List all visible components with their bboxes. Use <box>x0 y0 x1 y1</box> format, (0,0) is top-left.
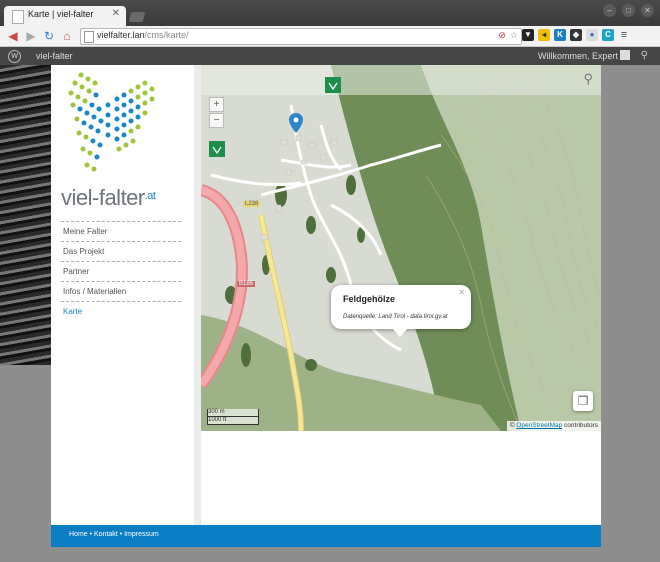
maximize-icon[interactable]: □ <box>622 4 635 17</box>
logo-name: viel-falter <box>61 185 145 210</box>
logo-suffix: .at <box>144 190 156 202</box>
menu-item-meine-falter[interactable]: Meine Falter <box>61 221 181 241</box>
road-shield-l238: L238 <box>243 201 261 207</box>
page-info-icon[interactable] <box>84 31 94 43</box>
site-footer: Home • Kontakt • Impressum <box>51 525 601 547</box>
popup-title: Feldgehölze <box>343 294 396 304</box>
osm-link[interactable]: OpenStreetMap <box>516 422 562 429</box>
blocked-icon[interactable]: ⊘ <box>498 30 506 41</box>
attribution-copyright: © <box>509 422 515 429</box>
close-window-icon[interactable]: ✕ <box>641 4 654 17</box>
bookmark-star-icon[interactable]: ☆ <box>510 30 518 41</box>
map-search-icon[interactable]: ⚲ <box>583 71 593 87</box>
map-scale: 300 m 1000 ft <box>207 409 259 425</box>
new-tab-button[interactable] <box>128 12 146 22</box>
browser-titlebar: Karte | viel-falter ✕ – □ ✕ <box>0 0 660 26</box>
map-header-band: ⚲ <box>201 65 601 95</box>
page-wrapper: viel-falter.at Meine Falter Das Projekt … <box>51 65 601 525</box>
avatar[interactable] <box>620 50 630 60</box>
extension-c-icon[interactable]: C <box>602 29 614 41</box>
footer-links[interactable]: Home • Kontakt • Impressum <box>69 531 159 538</box>
address-bar[interactable]: vielfalter.lan/cms/karte/ ⊘ ☆ <box>80 28 522 45</box>
wp-site-name[interactable]: viel-falter <box>36 51 73 61</box>
url-host: vielfalter.lan <box>97 30 145 40</box>
menu-item-infos-materialien[interactable]: Infos / Materialien <box>61 281 181 301</box>
layers-icon[interactable]: ❐ <box>573 391 593 411</box>
search-icon[interactable]: ⚲ <box>641 50 648 61</box>
menu-item-partner[interactable]: Partner <box>61 261 181 281</box>
extension-triangle-icon[interactable]: ▼ <box>522 29 534 41</box>
content-gutter <box>194 65 201 525</box>
map-tiles[interactable] <box>201 65 601 431</box>
map-popup: ✕ Feldgehölze Datenquelle: Land Tirol - … <box>331 285 471 337</box>
close-tab-icon[interactable]: ✕ <box>112 8 120 19</box>
page-icon <box>12 10 24 24</box>
menu-item-karte[interactable]: Karte <box>61 301 181 321</box>
site-logo-text[interactable]: viel-falter.at <box>61 185 156 211</box>
reload-icon[interactable]: ↻ <box>42 28 56 44</box>
zoom-in-button[interactable]: + <box>209 97 224 112</box>
scale-meters: 300 m <box>207 409 259 417</box>
extension-circle-icon[interactable]: ● <box>586 29 598 41</box>
extension-cat-icon[interactable]: ◆ <box>570 29 582 41</box>
url-path: /cms/karte/ <box>144 30 189 40</box>
popup-tip <box>393 329 407 337</box>
main-menu: Meine Falter Das Projekt Partner Infos /… <box>61 221 181 321</box>
minimize-icon[interactable]: – <box>603 4 616 17</box>
tab-title: Karte | viel-falter <box>28 9 94 19</box>
extension-k-icon[interactable]: K <box>554 29 566 41</box>
forward-icon[interactable]: ▶ <box>24 28 38 44</box>
background-rock-image <box>0 65 52 365</box>
map-view[interactable]: ⚲ + − B186 L238 ✕ Feldgehölze Datenquell… <box>201 65 601 431</box>
wp-user-greeting[interactable]: Willkommen, Expert <box>538 51 618 61</box>
menu-item-das-projekt[interactable]: Das Projekt <box>61 241 181 261</box>
butterfly-logo-icon[interactable] <box>61 69 181 184</box>
scale-feet: 1000 ft <box>207 417 259 425</box>
sidebar: viel-falter.at Meine Falter Das Projekt … <box>51 65 194 525</box>
popup-close-icon[interactable]: ✕ <box>458 288 465 297</box>
popup-source: Datenquelle: Land Tirol - data.tirol.gv.… <box>343 314 448 320</box>
zoom-out-button[interactable]: − <box>209 113 224 128</box>
road-shield-b186: B186 <box>237 281 256 287</box>
logo-dots <box>68 72 155 172</box>
back-icon[interactable]: ◀ <box>6 28 20 44</box>
url-text[interactable]: vielfalter.lan/cms/karte/ <box>97 30 189 40</box>
window-controls: – □ ✕ <box>603 4 654 17</box>
browser-tab[interactable]: Karte | viel-falter ✕ <box>4 6 126 26</box>
map-attribution: © OpenStreetMap contributors <box>506 421 601 431</box>
menu-icon[interactable]: ≡ <box>618 29 630 41</box>
wp-admin-bar: W viel-falter Willkommen, Expert ⚲ <box>0 47 660 65</box>
wordpress-logo-icon[interactable]: W <box>8 50 21 63</box>
browser-toolbar: ◀ ▶ ↻ ⌂ vielfalter.lan/cms/karte/ ⊘ ☆ ▼ … <box>0 26 660 47</box>
zoom-controls: + − <box>209 97 224 129</box>
attribution-contributors: contributors <box>564 422 598 429</box>
extension-icons: ▼ ◂ K ◆ ● C ≡ <box>522 29 630 41</box>
home-icon[interactable]: ⌂ <box>60 28 74 44</box>
extension-arrow-icon[interactable]: ◂ <box>538 29 550 41</box>
page-bottom-strip <box>0 547 660 562</box>
